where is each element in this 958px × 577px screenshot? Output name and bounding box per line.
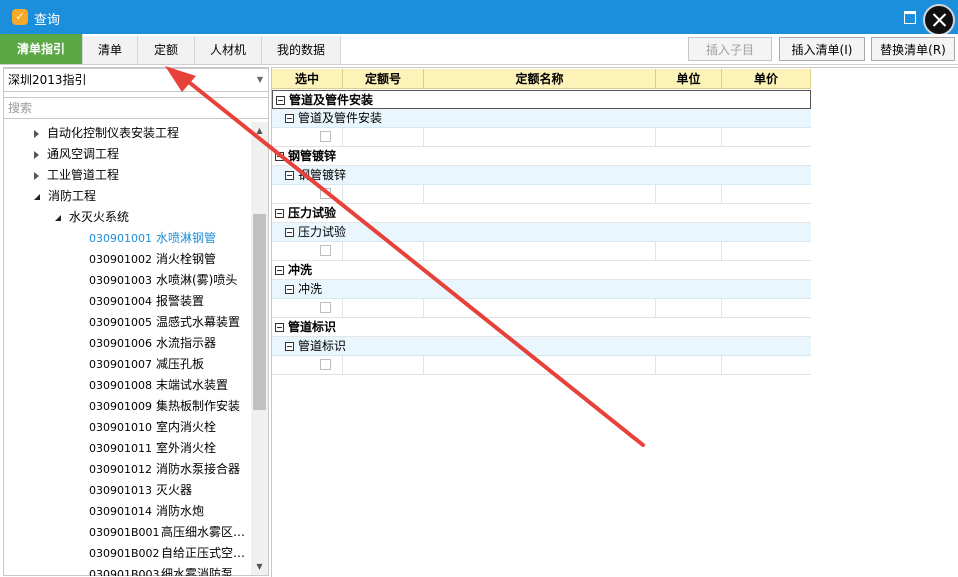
- select-checkbox[interactable]: [320, 131, 331, 142]
- tree-leaf[interactable]: 030901005 温感式水幕装置: [89, 312, 240, 333]
- collapse-icon[interactable]: [285, 285, 294, 294]
- tree-leaf[interactable]: 030901008 末端试水装置: [89, 375, 228, 396]
- column-header-select[interactable]: 选中: [272, 69, 343, 89]
- collapse-icon[interactable]: [276, 96, 285, 105]
- collapse-icon[interactable]: [285, 114, 294, 123]
- group-row[interactable]: 冲洗: [272, 261, 811, 280]
- select-checkbox[interactable]: [320, 302, 331, 313]
- tree-leaf[interactable]: 030901009 集热板制作安装: [89, 396, 240, 417]
- select-checkbox[interactable]: [320, 245, 331, 256]
- title-bar: ✓ 查询: [0, 0, 958, 36]
- maximize-icon[interactable]: [904, 11, 916, 24]
- tab-quota[interactable]: 定额: [138, 36, 195, 64]
- column-header-quota-name[interactable]: 定额名称: [424, 69, 656, 89]
- tree-leaf[interactable]: 030901B003细水雾消防泵…: [89, 564, 245, 576]
- table-row[interactable]: [272, 299, 811, 318]
- close-icon[interactable]: [923, 4, 955, 36]
- select-checkbox[interactable]: [320, 188, 331, 199]
- group-row[interactable]: 管道及管件安装: [272, 90, 811, 109]
- tree-leaf[interactable]: 030901012 消防水泵接合器: [89, 459, 240, 480]
- collapse-icon[interactable]: [275, 152, 284, 161]
- tree-leaf[interactable]: 030901B001高压细水雾区…: [89, 522, 245, 543]
- sub-group-row[interactable]: 管道及管件安装: [272, 109, 811, 128]
- search-input[interactable]: 搜索: [3, 97, 269, 119]
- collapse-icon[interactable]: [275, 266, 284, 275]
- scroll-up-icon[interactable]: ▲: [251, 122, 268, 139]
- tree-leaf[interactable]: 030901014 消防水炮: [89, 501, 204, 522]
- tree-leaf[interactable]: 030901004 报警装置: [89, 291, 204, 312]
- sub-group-row[interactable]: 压力试验: [272, 223, 811, 242]
- column-header-quota-code[interactable]: 定额号: [343, 69, 424, 89]
- table-row[interactable]: [272, 356, 811, 375]
- tab-labor-material-machine[interactable]: 人材机: [195, 36, 262, 64]
- expand-icon[interactable]: [34, 150, 39, 159]
- tree-node[interactable]: 消防工程: [34, 186, 96, 207]
- table-row[interactable]: [272, 185, 811, 204]
- expand-icon[interactable]: [34, 171, 39, 180]
- replace-list-button[interactable]: 替换清单(R): [871, 37, 955, 61]
- tree-leaf[interactable]: 030901011 室外消火栓: [89, 438, 216, 459]
- table-row[interactable]: [272, 128, 811, 147]
- guide-library-value: 深圳2013指引: [8, 73, 87, 87]
- tree-leaf[interactable]: 030901010 室内消火栓: [89, 417, 216, 438]
- collapse-icon[interactable]: [275, 209, 284, 218]
- collapse-icon[interactable]: [285, 228, 294, 237]
- collapse-icon[interactable]: [285, 171, 294, 180]
- column-header-unit-price[interactable]: 单价: [722, 69, 811, 89]
- tree-leaf[interactable]: 030901006 水流指示器: [89, 333, 216, 354]
- sub-group-row[interactable]: 管道标识: [272, 337, 811, 356]
- app-logo-icon: ✓: [12, 9, 28, 25]
- tree-leaf-selected[interactable]: 030901001 水喷淋钢管: [89, 228, 216, 249]
- column-header-unit[interactable]: 单位: [656, 69, 722, 89]
- sub-group-row[interactable]: 冲洗: [272, 280, 811, 299]
- collapse-icon[interactable]: [275, 323, 284, 332]
- tree-leaf[interactable]: 030901007 减压孔板: [89, 354, 204, 375]
- tree-node[interactable]: 通风空调工程: [34, 144, 119, 165]
- tab-list[interactable]: 清单: [83, 36, 138, 64]
- table-row[interactable]: [272, 242, 811, 261]
- tree-node[interactable]: 工业管道工程: [34, 165, 119, 186]
- tree-leaf[interactable]: 030901013 灭火器: [89, 480, 192, 501]
- tree-leaf[interactable]: 030901002 消火栓钢管: [89, 249, 216, 270]
- tree-node[interactable]: 自动化控制仪表安装工程: [34, 123, 179, 144]
- sub-group-row[interactable]: 钢管镀锌: [272, 166, 811, 185]
- tree-leaf[interactable]: 030901003 水喷淋(雾)喷头: [89, 270, 237, 291]
- tree-node[interactable]: 水灭火系统: [55, 207, 129, 228]
- collapse-icon[interactable]: [55, 214, 61, 221]
- collapse-icon[interactable]: [285, 342, 294, 351]
- tree-scrollbar[interactable]: ▲ ▼: [251, 122, 268, 575]
- group-row[interactable]: 钢管镀锌: [272, 147, 811, 166]
- window-title: 查询: [34, 13, 61, 28]
- tab-my-data[interactable]: 我的数据: [262, 36, 341, 64]
- tab-list-guide[interactable]: 清单指引: [0, 34, 83, 64]
- expand-icon[interactable]: [34, 129, 39, 138]
- scroll-down-icon[interactable]: ▼: [251, 558, 268, 575]
- group-row[interactable]: 压力试验: [272, 204, 811, 223]
- select-checkbox[interactable]: [320, 359, 331, 370]
- tree-leaf[interactable]: 030901B002自给正压式空…: [89, 543, 245, 564]
- scrollbar-thumb[interactable]: [253, 214, 266, 410]
- insert-child-button[interactable]: 插入子目: [688, 37, 772, 61]
- guide-library-select[interactable]: 深圳2013指引 ▼: [3, 68, 269, 92]
- chevron-down-icon: ▼: [256, 75, 263, 84]
- insert-list-button[interactable]: 插入清单(I): [779, 37, 865, 61]
- group-row[interactable]: 管道标识: [272, 318, 811, 337]
- collapse-icon[interactable]: [34, 193, 40, 200]
